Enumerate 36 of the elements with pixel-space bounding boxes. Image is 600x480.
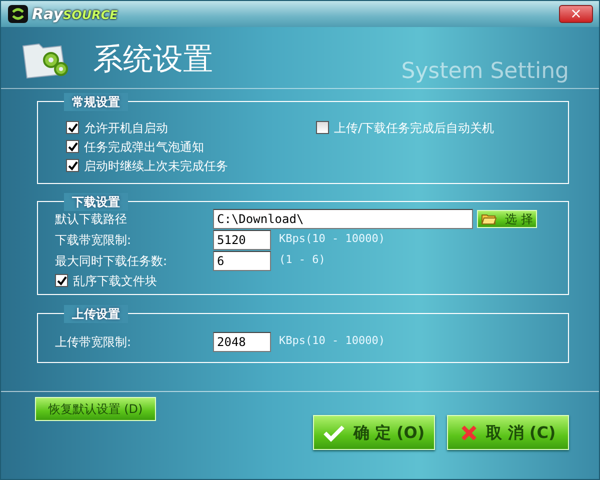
number-field[interactable]: 6 <box>213 250 271 270</box>
checkbox-label: 任务完成弹出气泡通知 <box>84 138 204 156</box>
logo-text: RaySOURCE <box>32 4 118 25</box>
field-label: 最大同时下载任务数: <box>55 252 168 270</box>
range-hint: KBps(10 - 10000) <box>279 333 385 350</box>
number-field[interactable]: 2048 <box>213 332 271 352</box>
field-label: 上传带宽限制: <box>55 334 132 350</box>
checkbox[interactable] <box>316 121 329 134</box>
ok-button[interactable]: 确 定 (O) <box>313 415 435 450</box>
cross-icon <box>460 424 478 442</box>
group-title: 上传设置 <box>64 305 128 323</box>
close-button[interactable]: × <box>559 5 593 23</box>
check-icon <box>323 424 346 442</box>
choose-button[interactable]: 选 择 <box>477 210 537 228</box>
field-label: 下载带宽限制: <box>55 232 132 248</box>
checkbox[interactable] <box>66 140 79 153</box>
page-subtitle: System Setting <box>401 58 569 86</box>
restore-defaults-button[interactable]: 恢复默认设置 (D) <box>35 397 156 421</box>
cancel-button[interactable]: 取 消 (C) <box>447 415 569 450</box>
checkbox[interactable] <box>55 274 68 287</box>
range-hint: KBps(10 - 10000) <box>279 231 385 248</box>
checkbox-label: 乱序下载文件块 <box>73 272 157 290</box>
checkbox[interactable] <box>66 121 79 134</box>
range-hint: (1 - 6) <box>279 252 326 268</box>
group-title: 下载设置 <box>64 193 128 211</box>
folder-icon <box>481 212 498 224</box>
checkbox-label: 启动时继续上次未完成任务 <box>84 158 228 174</box>
checkbox-label: 允许开机自启动 <box>84 120 168 136</box>
page-title: 系统设置 <box>93 41 213 79</box>
checkbox[interactable] <box>66 159 79 172</box>
field-label: 默认下载路径 <box>55 210 128 228</box>
path-field[interactable]: C:\Download\ <box>213 208 473 228</box>
checkbox-label: 上传/下载任务完成后自动关机 <box>334 120 494 136</box>
number-field[interactable]: 5120 <box>213 230 271 250</box>
logo-icon <box>7 4 29 24</box>
group-title: 常规设置 <box>64 93 128 111</box>
